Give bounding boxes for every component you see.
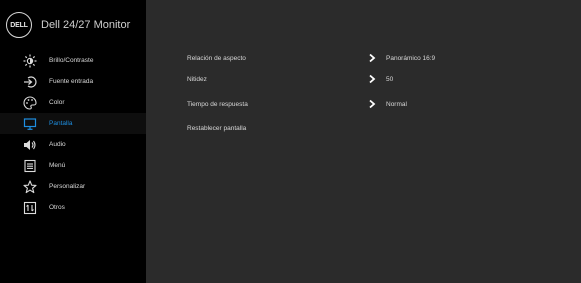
setting-value: 50 — [386, 75, 394, 83]
settings-panel: Relación de aspecto Panorámico 16:9 Niti… — [146, 0, 581, 283]
sidebar-item-input-source[interactable]: Fuente entrada — [0, 71, 146, 92]
speaker-icon — [23, 138, 37, 152]
sidebar-item-label: Menú — [49, 162, 66, 169]
sidebar-item-personalize[interactable]: Personalizar — [0, 176, 146, 197]
sidebar-item-label: Color — [49, 99, 65, 106]
sidebar-item-label: Audio — [49, 141, 66, 148]
chevron-right-icon — [367, 99, 377, 109]
sidebar-item-display[interactable]: Pantalla — [0, 113, 146, 134]
monitor-osd: DELL Dell 24/27 Monitor Brillo/Contraste… — [0, 0, 581, 283]
setting-value: Normal — [386, 100, 407, 108]
sidebar-item-label: Brillo/Contraste — [49, 57, 94, 64]
setting-row-sharpness[interactable]: Nitidez 50 — [187, 72, 581, 86]
sidebar-item-others[interactable]: Otros — [0, 197, 146, 218]
star-icon — [23, 179, 37, 194]
chevron-right-icon — [367, 53, 377, 63]
setting-value: Panorámico 16:9 — [386, 54, 436, 62]
menu-icon — [23, 159, 37, 173]
color-palette-icon — [23, 95, 37, 110]
setting-label: Relación de aspecto — [187, 54, 246, 62]
setting-label: Tiempo de respuesta — [187, 100, 248, 108]
brightness-icon — [23, 54, 37, 68]
setting-label: Restablecer pantalla — [187, 124, 247, 132]
sidebar-item-color[interactable]: Color — [0, 92, 146, 113]
setting-row-reset-display[interactable]: Restablecer pantalla — [187, 121, 581, 135]
setting-row-response-time[interactable]: Tiempo de respuesta Normal — [187, 97, 581, 111]
sidebar-item-audio[interactable]: Audio — [0, 134, 146, 155]
display-icon — [23, 117, 37, 131]
others-icon — [23, 201, 37, 215]
sidebar-item-menu[interactable]: Menú — [0, 155, 146, 176]
chevron-right-icon — [367, 74, 377, 84]
sidebar-nav: Brillo/Contraste Fuente entrada Color Pa… — [0, 50, 146, 218]
monitor-title: Dell 24/27 Monitor — [41, 19, 131, 31]
brand: DELL Dell 24/27 Monitor — [6, 12, 130, 38]
input-source-icon — [23, 75, 37, 89]
sidebar-item-label: Pantalla — [49, 120, 73, 127]
sidebar-item-label: Personalizar — [49, 183, 86, 190]
setting-label: Nitidez — [187, 75, 207, 83]
sidebar-item-label: Fuente entrada — [49, 78, 94, 85]
sidebar: DELL Dell 24/27 Monitor Brillo/Contraste… — [0, 0, 146, 283]
setting-row-aspect-ratio[interactable]: Relación de aspecto Panorámico 16:9 — [187, 51, 581, 65]
sidebar-item-brightness[interactable]: Brillo/Contraste — [0, 50, 146, 71]
dell-logo: DELL — [6, 12, 32, 38]
sidebar-item-label: Otros — [49, 204, 65, 211]
